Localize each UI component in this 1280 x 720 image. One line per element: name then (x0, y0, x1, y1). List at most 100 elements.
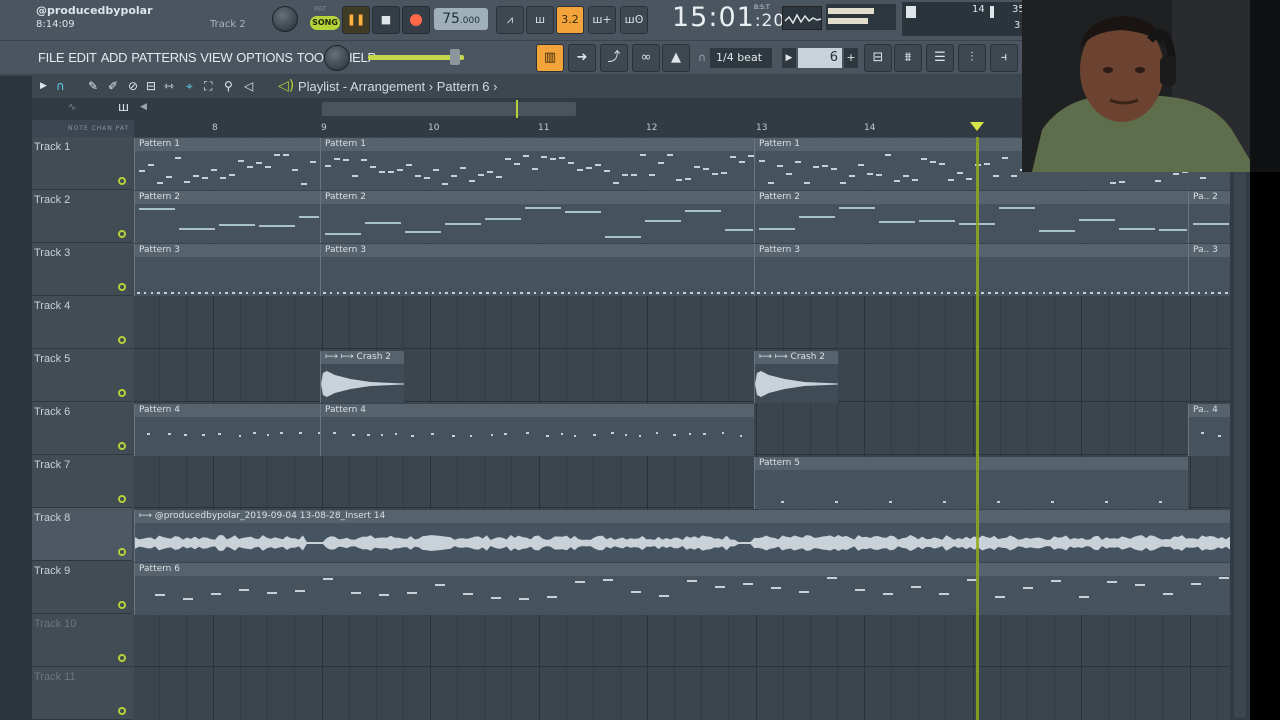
menu-add[interactable]: ADD (101, 50, 128, 65)
menu-view[interactable]: VIEW (200, 50, 232, 65)
wait-input-button[interactable]: ш (526, 6, 554, 34)
track-mute-toggle[interactable] (118, 283, 126, 291)
current-pattern[interactable]: Pattern 6 (437, 79, 490, 94)
zoom-icon[interactable]: ⚲ (224, 79, 233, 93)
track-header[interactable]: Track 3 (32, 243, 132, 296)
chevron-right-icon[interactable]: ▶ (40, 81, 47, 91)
slide-button[interactable]: ⤴ (600, 44, 628, 72)
playlist-grid[interactable]: Pattern 1 Pattern 1 Pattern 1 Pattern 2 … (134, 137, 1230, 720)
track-mute-toggle[interactable] (118, 230, 126, 238)
pat-mode-label[interactable]: PAT (314, 5, 326, 13)
track-header[interactable]: Track 1 (32, 137, 132, 190)
metronome-button[interactable]: ⩘ (496, 6, 524, 34)
note (504, 433, 507, 435)
link-button[interactable]: ∞ (632, 44, 660, 72)
pencil-icon[interactable]: ✎ (88, 79, 98, 93)
pattern-clip[interactable]: Pattern 6 (134, 563, 1230, 615)
track-mute-toggle[interactable] (118, 177, 126, 185)
stop-button[interactable]: ■ (372, 6, 400, 34)
track-mute-toggle[interactable] (118, 442, 126, 450)
pattern-clip[interactable]: Pattern 2 (754, 191, 1188, 243)
song-mode-button[interactable]: SONG (310, 16, 340, 30)
slice-icon[interactable]: ⛶ (204, 79, 212, 94)
song-position-marker[interactable] (970, 122, 984, 131)
scroll-thumb[interactable] (1234, 138, 1246, 718)
track-mute-toggle[interactable] (118, 601, 126, 609)
pattern-clip[interactable]: Pattern 1 (320, 138, 754, 190)
track-mute-toggle[interactable] (118, 707, 126, 715)
pattern-add-button[interactable]: + (844, 48, 858, 68)
note (1151, 292, 1154, 294)
mute-icon[interactable]: ⊟ (146, 79, 156, 93)
piano-roll-button[interactable]: ⩩ (894, 44, 922, 72)
track-header[interactable]: Track 4 (32, 296, 132, 349)
stamp-button[interactable]: ▲ (662, 44, 690, 72)
track-mute-toggle[interactable] (118, 654, 126, 662)
countdown-button[interactable]: 3.2 (556, 6, 584, 34)
clip-label: Pattern 6 (135, 563, 1230, 576)
pattern-number[interactable]: 6 (798, 48, 842, 68)
note (852, 292, 855, 294)
pattern-clip[interactable]: Pa.. 3 (1188, 244, 1230, 296)
typing-keyboard-button[interactable]: ▥ (536, 44, 564, 72)
magnet-icon[interactable]: ∩ (56, 79, 65, 93)
pattern-clip[interactable]: Pattern 5 (754, 457, 1188, 509)
chevron-left-icon[interactable]: ◀ (140, 102, 147, 112)
slip-icon[interactable]: ⇿ (164, 79, 174, 93)
track-mute-toggle[interactable] (118, 389, 126, 397)
playlist-button[interactable]: ⊟ (864, 44, 892, 72)
clip-label: Pattern 5 (755, 457, 1188, 470)
blend-notes-button[interactable]: ш+ (588, 6, 616, 34)
pattern-clip[interactable]: Pa.. 4 (1188, 404, 1230, 456)
loop-record-button[interactable]: шʘ (620, 6, 648, 34)
browser-button[interactable]: ⫞ (990, 44, 1018, 72)
pattern-clip[interactable]: Pattern 2 (134, 191, 320, 243)
note (313, 292, 317, 294)
track-mute-toggle[interactable] (118, 495, 126, 503)
pattern-clip[interactable]: Pattern 3 (134, 244, 320, 296)
snap-select[interactable]: 1/4 beat (710, 48, 772, 68)
audio-clip[interactable]: ⟼ @producedbypolar_2019-09-04 13-08-28_I… (134, 510, 1230, 562)
note (469, 180, 475, 182)
vertical-scrollbar[interactable] (1230, 98, 1250, 720)
select-icon[interactable]: ⌖ (186, 79, 193, 94)
menu-options[interactable]: OPTIONS (236, 50, 293, 65)
track-header[interactable]: Track 9 (32, 561, 132, 614)
audio-clip[interactable]: ⟼ ⟼ Crash 2 (320, 351, 404, 403)
menu-file[interactable]: FILE (38, 50, 65, 65)
pattern-clip[interactable]: Pa.. 2 (1188, 191, 1230, 243)
playback-icon[interactable]: ◁ (244, 79, 253, 93)
audio-clip[interactable]: ⟼ ⟼ Crash 2 (754, 351, 838, 403)
pattern-clip[interactable]: Pattern 1 (134, 138, 320, 190)
pattern-clip[interactable]: Pattern 3 (320, 244, 754, 296)
track-header[interactable]: Track 5 (32, 349, 132, 402)
menu-patterns[interactable]: PATTERNS (131, 50, 196, 65)
track-header[interactable]: Track 6 (32, 402, 132, 455)
bar-number: 11 (538, 123, 550, 133)
channel-rack-button[interactable]: ☰ (926, 44, 954, 72)
pattern-clip[interactable]: Pattern 4 (320, 404, 754, 456)
track-header[interactable]: Track 7 (32, 455, 132, 508)
paint-icon[interactable]: ✐ (108, 79, 118, 93)
track-mute-toggle[interactable] (118, 548, 126, 556)
track-header[interactable]: Track 8 (32, 508, 132, 561)
slider-thumb[interactable] (450, 49, 460, 65)
pattern-prev-button[interactable]: ▶ (782, 48, 796, 68)
pattern-clip[interactable]: Pattern 4 (134, 404, 320, 456)
tempo-display[interactable]: 75.000 (434, 8, 488, 30)
pause-button[interactable]: ❚❚ (342, 6, 370, 34)
pattern-clip[interactable]: Pattern 3 (754, 244, 1188, 296)
scroll-thumb[interactable] (322, 102, 576, 116)
main-volume-knob[interactable] (272, 6, 298, 32)
track-mute-toggle[interactable] (118, 336, 126, 344)
menu-edit[interactable]: EDIT (68, 50, 97, 65)
delete-icon[interactable]: ⊘ (128, 79, 138, 93)
record-button[interactable] (402, 6, 430, 34)
master-pitch-knob[interactable] (324, 45, 350, 71)
track-header[interactable]: Track 11 (32, 667, 132, 720)
step-edit-button[interactable]: ➜ (568, 44, 596, 72)
track-header[interactable]: Track 10 (32, 614, 132, 667)
track-header[interactable]: Track 2 (32, 190, 132, 243)
pattern-clip[interactable]: Pattern 2 (320, 191, 754, 243)
mixer-button[interactable]: ⫶ (958, 44, 986, 72)
